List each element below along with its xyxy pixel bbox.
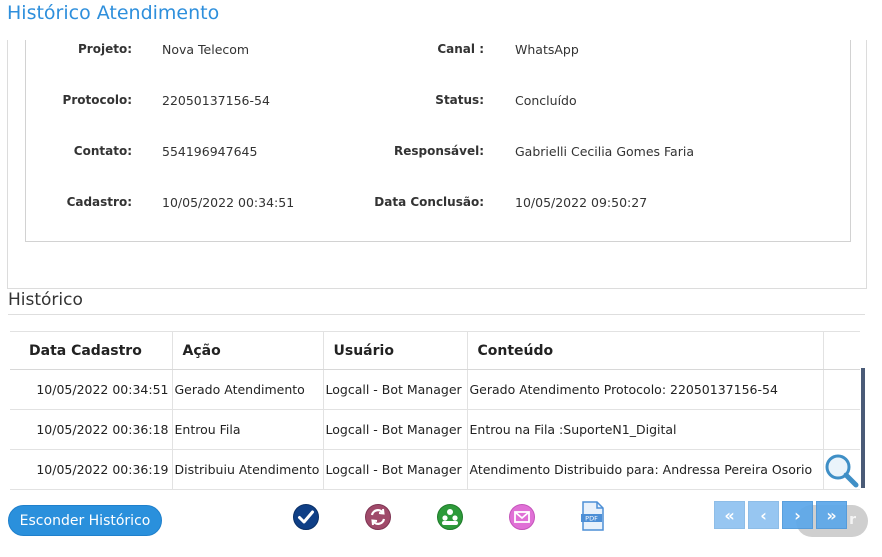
contato-value: 554196947645 — [162, 144, 258, 159]
table-row[interactable]: 10/05/2022 00:36:18 Entrou Fila Logcall … — [10, 409, 860, 450]
protocolo-label: Protocolo: — [62, 93, 132, 107]
protocolo-value: 22050137156-54 — [162, 93, 270, 108]
pager-prev-button[interactable]: ‹ — [748, 501, 779, 529]
cell-acao: Distribuiu Atendimento — [172, 449, 324, 490]
data-conclusao-value: 10/05/2022 09:50:27 — [515, 195, 648, 210]
cell-empty — [823, 369, 860, 410]
projeto-value: Nova Telecom — [162, 42, 250, 57]
page-title: Histórico Atendimento — [7, 2, 220, 24]
cell-acao: Entrou Fila — [172, 409, 324, 450]
responsavel-label: Responsável: — [393, 144, 484, 158]
column-header-empty — [823, 332, 860, 370]
hide-history-button[interactable]: Esconder Histórico — [8, 505, 162, 536]
cell-acao: Gerado Atendimento — [172, 369, 324, 410]
contato-label: Contato: — [73, 144, 132, 158]
cell-conteudo: Gerado Atendimento Protocolo: 2205013715… — [467, 369, 824, 410]
table-scrollbar[interactable] — [861, 368, 865, 488]
cell-usuario: Logcall - Bot Manager — [323, 409, 468, 450]
cell-conteudo: Entrou na Fila :SuporteN1_Digital — [467, 409, 824, 450]
cell-data-cadastro: 10/05/2022 00:36:18 — [10, 409, 173, 450]
table-header-row: Data Cadastro Ação Usuário Conteúdo — [10, 332, 860, 370]
cadastro-value: 10/05/2022 00:34:51 — [162, 195, 295, 210]
cell-data-cadastro: 10/05/2022 00:34:51 — [10, 369, 173, 410]
history-title: Histórico — [8, 290, 83, 310]
cell-usuario: Logcall - Bot Manager — [323, 369, 468, 410]
check-icon[interactable] — [292, 503, 320, 531]
history-table-container: Data Cadastro Ação Usuário Conteúdo 10/0… — [10, 331, 860, 490]
pdf-icon[interactable]: PDF — [580, 501, 606, 531]
column-header-usuario[interactable]: Usuário — [323, 332, 468, 370]
history-divider — [8, 314, 865, 315]
canal-value: WhatsApp — [515, 42, 579, 57]
history-table: Data Cadastro Ação Usuário Conteúdo 10/0… — [10, 332, 860, 490]
pager-first-button[interactable]: « — [714, 501, 745, 529]
details-inner-panel — [25, 40, 851, 242]
column-header-conteudo[interactable]: Conteúdo — [467, 332, 824, 370]
responsavel-value: Gabrielli Cecilia Gomes Faria — [515, 144, 694, 159]
projeto-label: Projeto: — [78, 42, 132, 56]
column-header-data-cadastro[interactable]: Data Cadastro — [10, 332, 173, 370]
cadastro-label: Cadastro: — [66, 195, 132, 209]
cell-conteudo: Atendimento Distribuido para: Andressa P… — [467, 449, 824, 490]
background-button-label: r — [849, 512, 856, 528]
data-conclusao-label: Data Conclusão: — [374, 195, 484, 209]
cell-empty — [823, 409, 860, 450]
transfer-icon[interactable] — [364, 503, 392, 531]
email-icon[interactable] — [508, 503, 536, 531]
table-row[interactable]: 10/05/2022 00:36:19 Distribuiu Atendimen… — [10, 449, 860, 490]
column-header-acao[interactable]: Ação — [172, 332, 324, 370]
pager-next-button[interactable]: › — [782, 501, 813, 529]
cell-data-cadastro: 10/05/2022 00:36:19 — [10, 449, 173, 490]
table-row[interactable]: 10/05/2022 00:34:51 Gerado Atendimento L… — [10, 369, 860, 410]
search-icon[interactable] — [823, 452, 859, 488]
svg-text:PDF: PDF — [585, 515, 598, 523]
pager-last-button[interactable]: » — [816, 501, 847, 529]
cell-usuario: Logcall - Bot Manager — [323, 449, 468, 490]
status-value: Concluído — [515, 93, 577, 108]
canal-label: Canal : — [437, 42, 484, 56]
status-label: Status: — [435, 93, 484, 107]
users-icon[interactable] — [436, 503, 464, 531]
